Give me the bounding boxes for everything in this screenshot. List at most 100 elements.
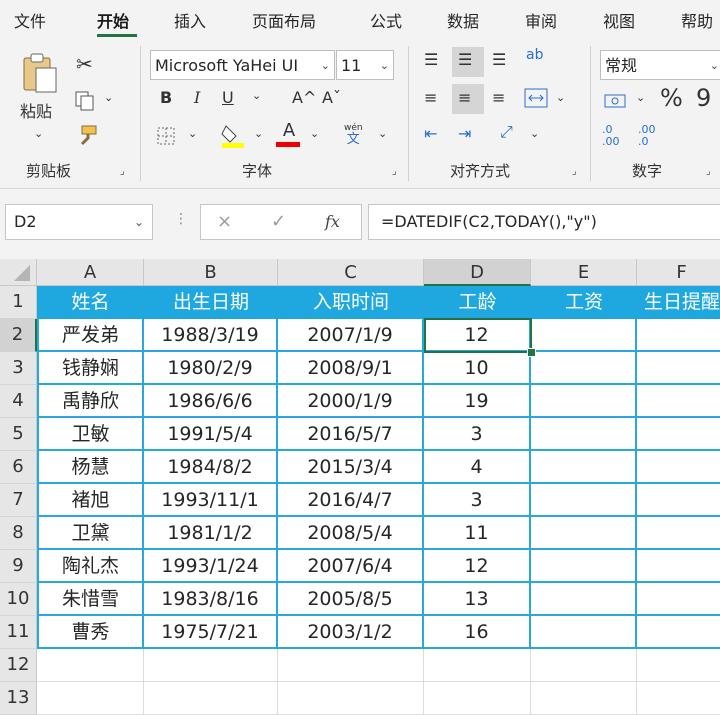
cell-e13[interactable] [531,682,637,715]
cell-d3[interactable]: 10 [424,352,531,385]
cell-a13[interactable] [37,682,144,715]
cell-d7[interactable]: 3 [424,484,531,517]
cell-c12[interactable] [278,649,424,682]
cell-b11[interactable]: 1975/7/21 [144,616,278,649]
cell-f8[interactable] [637,517,720,550]
menu-tab[interactable]: 数据 [447,8,479,32]
cell-e5[interactable] [531,418,637,451]
fill-color-icon[interactable] [220,122,246,151]
cell-d8[interactable]: 11 [424,517,531,550]
copy-dropdown-icon[interactable]: ⌄ [104,92,113,103]
border-icon[interactable] [156,126,176,149]
row-header-9[interactable]: 9 [0,550,37,583]
cell-e3[interactable] [531,352,637,385]
cell-c2[interactable]: 2007/1/9 [278,319,424,352]
cell-a2[interactable]: 严发弟 [37,319,144,352]
cell-b8[interactable]: 1981/1/2 [144,517,278,550]
decrease-decimal-icon[interactable]: .00 .0 [638,123,656,148]
font-name-select[interactable]: Microsoft YaHei UI ⌄ [150,50,335,80]
menu-tab[interactable]: 公式 [370,8,402,32]
phonetic-guide-icon[interactable]: wén 文 [344,124,363,147]
accounting-format-icon[interactable] [604,92,628,113]
align-bottom-icon[interactable]: ☰ [492,52,506,68]
alignment-launcher-icon[interactable]: ⌟ [572,166,577,177]
row-header-1[interactable]: 1 [0,286,37,319]
grow-font-button[interactable]: A^ [292,90,316,106]
cell-a11[interactable]: 曹秀 [37,616,144,649]
underline-dropdown-icon[interactable]: ⌄ [252,90,261,101]
font-color-icon[interactable]: A [276,122,302,147]
fill-handle[interactable] [527,348,536,357]
shrink-font-button[interactable]: Aˇ [322,90,341,106]
cell-b10[interactable]: 1983/8/16 [144,583,278,616]
cell-e4[interactable] [531,385,637,418]
fill-color-dropdown-icon[interactable]: ⌄ [254,128,263,139]
menu-tab[interactable]: 帮助 [681,8,713,32]
cell-f4[interactable] [637,385,720,418]
cell-b5[interactable]: 1991/5/4 [144,418,278,451]
cell-a9[interactable]: 陶礼杰 [37,550,144,583]
name-box[interactable]: D2 ⌄ [5,204,153,240]
italic-button[interactable]: I [194,90,200,106]
cell-a8[interactable]: 卫黛 [37,517,144,550]
column-header-f[interactable]: F [637,259,720,286]
select-all-corner[interactable] [0,259,37,286]
row-header-4[interactable]: 4 [0,385,37,418]
orientation-icon[interactable]: ab [526,48,543,62]
cell-b4[interactable]: 1986/6/6 [144,385,278,418]
increase-decimal-icon[interactable]: .0 .00 [602,123,620,148]
cell-b9[interactable]: 1993/1/24 [144,550,278,583]
cell-c10[interactable]: 2005/8/5 [278,583,424,616]
column-header-d[interactable]: D [424,259,531,286]
cell-f10[interactable] [637,583,720,616]
cell-d9[interactable]: 12 [424,550,531,583]
font-color-dropdown-icon[interactable]: ⌄ [310,128,319,139]
row-header-10[interactable]: 10 [0,583,37,616]
cell-e10[interactable] [531,583,637,616]
formula-input[interactable]: =DATEDIF(C2,TODAY(),"y") [368,204,720,240]
row-header-11[interactable]: 11 [0,616,37,649]
align-left-icon[interactable]: ≡ [424,90,437,106]
underline-button[interactable]: U [222,90,234,106]
menu-tab[interactable]: 文件 [14,8,46,32]
column-header-a[interactable]: A [37,259,144,286]
accounting-dropdown-icon[interactable]: ⌄ [636,92,645,103]
menu-tab[interactable]: 开始 [97,8,129,32]
align-middle-icon[interactable]: ☰ [458,52,472,68]
font-launcher-icon[interactable]: ⌟ [392,166,397,177]
menu-tab[interactable]: 插入 [174,8,206,32]
cell-b1[interactable]: 出生日期 [144,286,278,319]
paste-icon[interactable] [20,52,60,96]
cell-c5[interactable]: 2016/5/7 [278,418,424,451]
cell-a4[interactable]: 禹静欣 [37,385,144,418]
cell-c8[interactable]: 2008/5/4 [278,517,424,550]
cell-e9[interactable] [531,550,637,583]
cell-c13[interactable] [278,682,424,715]
increase-indent-icon[interactable]: ⇥ [458,126,471,142]
cell-f5[interactable] [637,418,720,451]
column-header-b[interactable]: B [144,259,278,286]
decrease-indent-icon[interactable]: ⇤ [424,126,437,142]
cell-a10[interactable]: 朱惜雪 [37,583,144,616]
cancel-icon[interactable]: × [217,211,232,232]
format-painter-icon[interactable] [76,124,98,149]
cell-f7[interactable] [637,484,720,517]
cell-f11[interactable] [637,616,720,649]
cell-a1[interactable]: 姓名 [37,286,144,319]
cell-a3[interactable]: 钱静娴 [37,352,144,385]
enter-icon[interactable]: ✓ [271,211,286,232]
copy-icon[interactable] [74,90,96,115]
cell-f6[interactable] [637,451,720,484]
cell-f2[interactable] [637,319,720,352]
cell-e2[interactable] [531,319,637,352]
cell-e1[interactable]: 工资 [531,286,637,319]
cut-icon[interactable]: ✂ [76,54,93,74]
insert-function-icon[interactable]: fx [325,212,340,231]
row-header-5[interactable]: 5 [0,418,37,451]
cell-d11[interactable]: 16 [424,616,531,649]
cell-f9[interactable] [637,550,720,583]
cell-e6[interactable] [531,451,637,484]
cell-f1[interactable]: 生日提醒 [637,286,720,319]
align-right-icon[interactable]: ≡ [492,90,505,106]
cell-e8[interactable] [531,517,637,550]
